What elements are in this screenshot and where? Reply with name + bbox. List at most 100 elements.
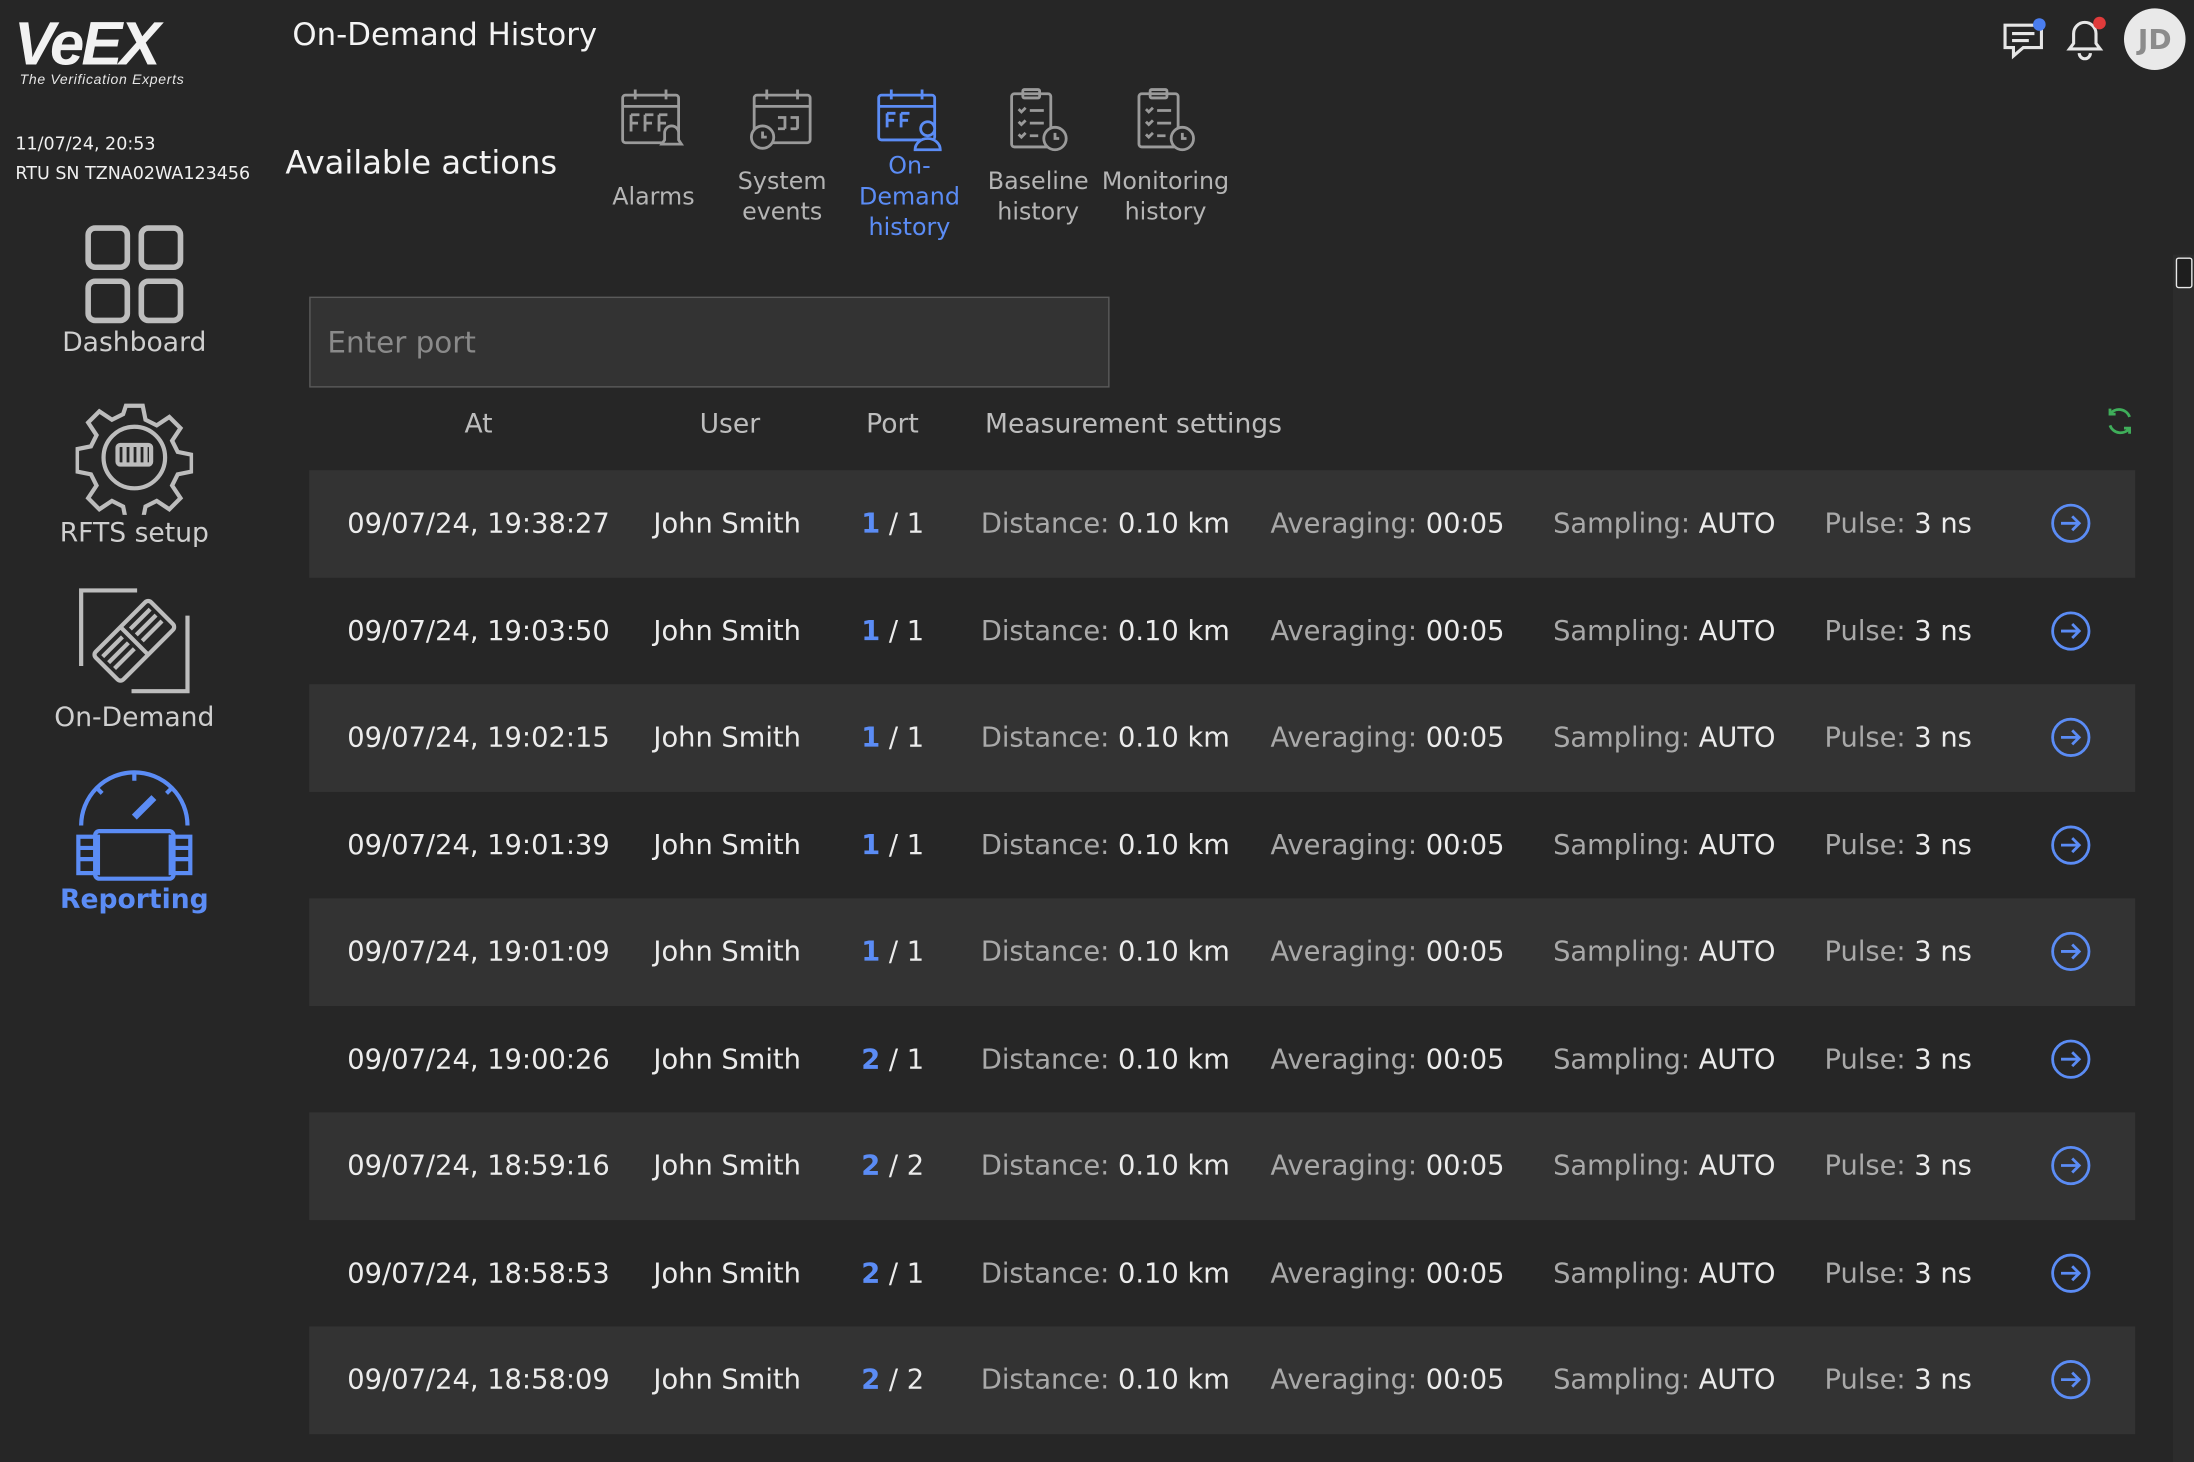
- table-row[interactable]: 09/07/24, 19:38:27 John Smith 1 / 1 Distanc…: [309, 470, 2136, 578]
- averaging-value: 00:05: [1425, 721, 1505, 754]
- port-number: 1: [861, 614, 881, 647]
- scrollbar-track[interactable]: [2172, 254, 2194, 1462]
- row-pulse: Pulse: 3 ns: [1825, 1257, 1972, 1289]
- averaging-value: 00:05: [1425, 828, 1505, 861]
- row-port: 1 / 1: [830, 829, 956, 861]
- pulse-value: 3 ns: [1914, 507, 1972, 540]
- port-number: 2: [861, 1042, 881, 1075]
- sidebar-item-rfts-setup[interactable]: RFTS setup: [0, 400, 269, 548]
- row-sampling: Sampling: AUTO: [1553, 1364, 1775, 1396]
- sampling-value: AUTO: [1698, 1256, 1776, 1290]
- distance-label: Distance:: [980, 507, 1110, 540]
- port-number: 2: [861, 1363, 881, 1397]
- table-row[interactable]: 09/07/24, 19:03:50 John Smith 1 / 1 Distanc…: [309, 577, 2135, 684]
- distance-value: 0.10 km: [1118, 507, 1230, 540]
- row-port: 1 / 1: [830, 936, 956, 968]
- calendar-bell-icon: [621, 89, 685, 146]
- action-label: Baseline history: [987, 167, 1089, 227]
- table-row[interactable]: 09/07/24, 19:01:09 John Smith 1 / 1 Distanc…: [309, 898, 2136, 1006]
- action-on-demand-history[interactable]: On-Demand history: [845, 87, 974, 244]
- bell-notification-dot: [2093, 16, 2106, 30]
- row-port: 2 / 2: [830, 1364, 956, 1396]
- sampling-value: AUTO: [1698, 721, 1776, 754]
- open-result-arrow-icon[interactable]: [2050, 824, 2092, 866]
- row-distance: Distance: 0.10 km: [981, 1364, 1230, 1396]
- averaging-value: 00:05: [1425, 1256, 1505, 1290]
- open-result-arrow-icon[interactable]: [2050, 717, 2092, 759]
- pulse-value: 3 ns: [1914, 1256, 1972, 1290]
- row-user: John Smith: [653, 828, 801, 861]
- user-avatar[interactable]: JD: [2123, 8, 2186, 70]
- averaging-label: Averaging:: [1270, 828, 1418, 861]
- row-pulse: Pulse: 3 ns: [1825, 508, 1972, 540]
- row-distance: Distance: 0.10 km: [981, 829, 1230, 861]
- row-averaging: Averaging: 00:05: [1270, 722, 1504, 754]
- averaging-label: Averaging:: [1270, 1149, 1418, 1182]
- sidebar-item-dashboard[interactable]: Dashboard: [0, 224, 269, 358]
- column-header-at: At: [464, 408, 493, 440]
- table-row[interactable]: 09/07/24, 18:58:09 John Smith 2 / 2 Distanc…: [309, 1326, 2136, 1434]
- pulse-label: Pulse:: [1824, 1149, 1906, 1182]
- notifications-button[interactable]: [2062, 16, 2107, 62]
- row-distance: Distance: 0.10 km: [981, 722, 1230, 754]
- row-distance: Distance: 0.10 km: [981, 508, 1230, 540]
- action-baseline-history[interactable]: Baseline history: [974, 87, 1103, 228]
- open-result-arrow-icon[interactable]: [2050, 1038, 2092, 1080]
- row-user: John Smith: [653, 1363, 801, 1397]
- table-row[interactable]: 09/07/24, 18:59:16 John Smith 2 / 2 Distanc…: [309, 1112, 2136, 1220]
- row-pulse: Pulse: 3 ns: [1825, 1364, 1972, 1396]
- action-system-events[interactable]: System events: [718, 87, 847, 228]
- distance-label: Distance:: [980, 1149, 1110, 1182]
- port-sub-number: 1: [906, 935, 925, 968]
- row-distance: Distance: 0.10 km: [981, 936, 1230, 968]
- clipboard-clock-icon: [1010, 88, 1068, 152]
- row-averaging: Averaging: 00:05: [1270, 1364, 1504, 1396]
- port-sub-number: 1: [906, 721, 925, 754]
- sidebar-item-reporting[interactable]: Reporting: [0, 767, 269, 915]
- row-pulse: Pulse: 3 ns: [1825, 1150, 1972, 1182]
- open-result-arrow-icon[interactable]: [2050, 1145, 2092, 1187]
- port-separator: /: [880, 1042, 907, 1075]
- table-row[interactable]: 09/07/24, 19:02:15 John Smith 1 / 1 Distanc…: [309, 684, 2136, 792]
- port-sub-number: 1: [906, 828, 925, 861]
- action-alarms[interactable]: Alarms: [589, 87, 718, 213]
- open-result-arrow-icon[interactable]: [2050, 503, 2092, 545]
- pulse-label: Pulse:: [1824, 507, 1906, 540]
- pulse-value: 3 ns: [1914, 1363, 1972, 1397]
- table-row[interactable]: 09/07/24, 19:01:39 John Smith 1 / 1 Distanc…: [309, 791, 2135, 898]
- port-search-input[interactable]: [309, 296, 1110, 388]
- scrollbar-thumb[interactable]: [2175, 257, 2193, 289]
- pulse-value: 3 ns: [1914, 614, 1972, 647]
- logo-wordmark: VeEX: [13, 9, 161, 79]
- row-averaging: Averaging: 00:05: [1270, 508, 1504, 540]
- port-sub-number: 1: [906, 614, 925, 647]
- open-result-arrow-icon[interactable]: [2050, 610, 2092, 652]
- calendar-clock-icon: [749, 89, 812, 150]
- sampling-label: Sampling:: [1553, 507, 1691, 540]
- distance-label: Distance:: [980, 1256, 1110, 1290]
- port-separator: /: [880, 721, 907, 754]
- table-row[interactable]: 09/07/24, 19:00:26 John Smith 2 / 1 Distanc…: [309, 1005, 2135, 1112]
- averaging-value: 00:05: [1425, 614, 1505, 647]
- open-result-arrow-icon[interactable]: [2050, 1359, 2092, 1401]
- row-averaging: Averaging: 00:05: [1270, 936, 1504, 968]
- table-row[interactable]: 09/07/24, 18:58:53 John Smith 2 / 1 Distanc…: [309, 1219, 2135, 1326]
- sidebar-item-label: Dashboard: [62, 327, 207, 359]
- action-monitoring-history[interactable]: Monitoring history: [1101, 87, 1230, 228]
- sampling-label: Sampling:: [1553, 1363, 1691, 1397]
- port-number: 2: [861, 1149, 881, 1182]
- chat-button[interactable]: [2001, 17, 2046, 62]
- averaging-value: 00:05: [1425, 1149, 1505, 1182]
- open-result-arrow-icon[interactable]: [2050, 1252, 2092, 1294]
- open-result-arrow-icon[interactable]: [2050, 931, 2092, 973]
- pulse-value: 3 ns: [1914, 1042, 1972, 1075]
- distance-label: Distance:: [980, 828, 1110, 861]
- row-sampling: Sampling: AUTO: [1553, 1043, 1775, 1075]
- refresh-icon[interactable]: [2104, 406, 2135, 437]
- page-title: On-Demand History: [292, 18, 598, 54]
- sidebar-item-on-demand[interactable]: On-Demand: [0, 582, 269, 733]
- calendar-user-icon: [877, 89, 942, 152]
- row-averaging: Averaging: 00:05: [1270, 829, 1504, 861]
- device-info: 11/07/24, 20:53 RTU SN TZNA02WA123456: [15, 129, 250, 188]
- distance-label: Distance:: [980, 935, 1110, 968]
